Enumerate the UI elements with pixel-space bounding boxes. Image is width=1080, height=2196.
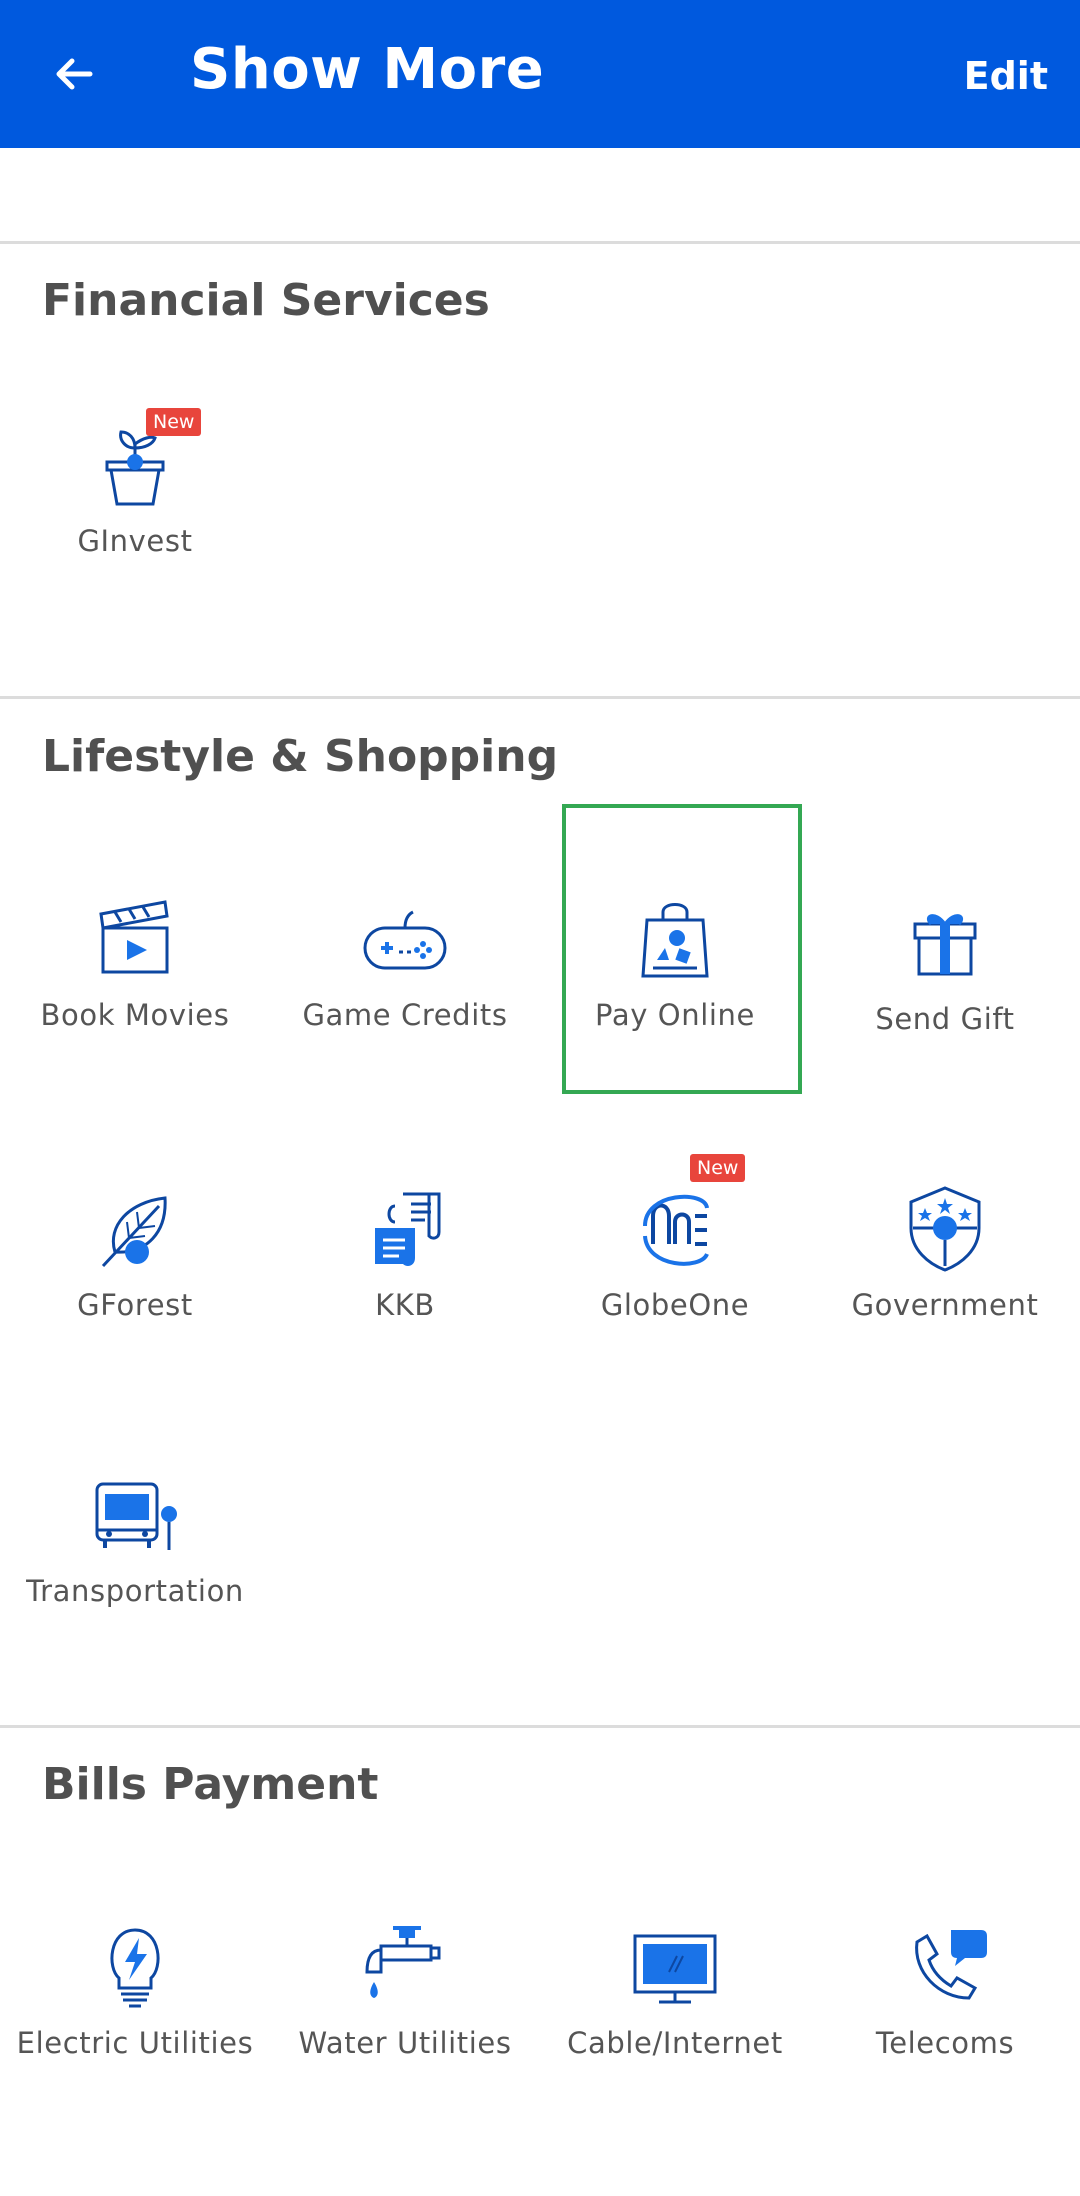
faucet-icon	[365, 1926, 441, 1998]
shopping-bag-icon	[641, 903, 709, 978]
clapperboard-icon	[99, 900, 169, 974]
service-label: Pay Online	[595, 998, 755, 1032]
service-label: Cable/Internet	[567, 2026, 783, 2060]
shield-stars-icon	[909, 1186, 981, 1272]
new-badge: New	[146, 408, 202, 436]
new-badge: New	[690, 1154, 746, 1182]
service-label: Government	[851, 1288, 1039, 1322]
section-divider	[0, 1725, 1080, 1728]
gamepad-icon	[363, 910, 447, 970]
service-label: GForest	[77, 1288, 193, 1322]
service-label: Send Gift	[875, 1002, 1015, 1036]
service-label: Electric Utilities	[16, 2026, 254, 2060]
service-pay-online[interactable]: Pay Online	[540, 848, 810, 1108]
service-game-credits[interactable]: Game Credits	[270, 848, 540, 1108]
arrow-left-icon	[56, 58, 93, 90]
phone-chat-icon	[915, 1930, 987, 2000]
monitor-icon	[633, 1934, 717, 2004]
service-kkb[interactable]: KKB	[270, 1138, 540, 1398]
service-send-gift[interactable]: Send Gift	[810, 848, 1080, 1108]
service-label: Game Credits	[302, 998, 508, 1032]
lightbulb-icon	[110, 1928, 160, 2008]
service-label: Telecoms	[875, 2026, 1015, 2060]
service-label: Book Movies	[40, 998, 230, 1032]
page-title: Show More	[190, 37, 545, 102]
back-button[interactable]	[30, 30, 118, 118]
section-divider	[0, 696, 1080, 699]
receipt-icon	[375, 1192, 441, 1266]
gift-icon	[913, 914, 977, 976]
service-label: KKB	[375, 1288, 435, 1322]
edit-button[interactable]: Edit	[964, 44, 1048, 108]
service-ginvest[interactable]: New GInvest	[0, 374, 270, 634]
app-bar: Show More Edit	[0, 0, 1080, 148]
section-title-financial-services: Financial Services	[42, 275, 490, 326]
service-transportation[interactable]: Transportation	[0, 1424, 270, 1684]
section-title-lifestyle-shopping: Lifestyle & Shopping	[42, 731, 559, 782]
service-book-movies[interactable]: Book Movies	[0, 848, 270, 1108]
section-title-bills-payment: Bills Payment	[42, 1759, 379, 1810]
service-cable-internet[interactable]: Cable/Internet	[540, 1876, 810, 2136]
service-electric-utilities[interactable]: Electric Utilities	[0, 1876, 270, 2136]
service-label: Water Utilities	[298, 2026, 512, 2060]
service-gforest[interactable]: GForest	[0, 1138, 270, 1398]
globeone-icon	[643, 1194, 709, 1266]
section-divider	[0, 241, 1080, 244]
service-label: GInvest	[77, 524, 193, 558]
service-water-utilities[interactable]: Water Utilities	[270, 1876, 540, 2136]
leaf-icon	[101, 1196, 167, 1268]
service-government[interactable]: Government	[810, 1138, 1080, 1398]
bus-icon	[95, 1482, 177, 1550]
service-telecoms[interactable]: Telecoms	[810, 1876, 1080, 2136]
service-label: Transportation	[26, 1574, 244, 1608]
service-label: GlobeOne	[600, 1288, 750, 1322]
service-globeone[interactable]: New GlobeOne	[540, 1138, 810, 1398]
